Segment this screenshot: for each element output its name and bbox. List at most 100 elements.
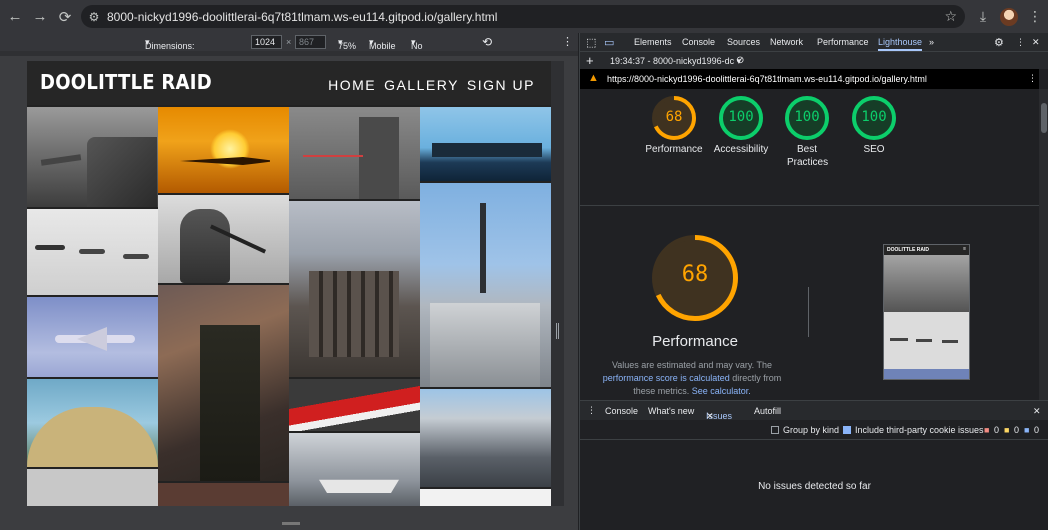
warning-count: 0 (1014, 425, 1020, 435)
third-party-box[interactable] (843, 426, 851, 434)
nav-sign-up[interactable]: SIGN UP (467, 77, 535, 93)
reload-icon[interactable]: ⟳ (53, 5, 77, 29)
score-gauge-performance[interactable]: 68 Performance (639, 96, 709, 156)
tab-elements[interactable]: Elements (634, 37, 672, 47)
tab-performance[interactable]: Performance (817, 37, 869, 47)
gallery-image-sea-ship[interactable] (420, 107, 551, 181)
gallery-image-ruined-street[interactable] (289, 107, 420, 199)
error-count-icon: ■ (984, 425, 990, 435)
third-party-checkbox[interactable]: Include third-party cookie issues (843, 425, 984, 435)
see-calculator-link[interactable]: See calculator. (692, 386, 751, 396)
times-sign: × (286, 37, 292, 47)
gallery-image-ship-deck[interactable] (420, 389, 551, 487)
bookmark-star-icon[interactable]: ☆ (944, 8, 957, 25)
drawer-tab-console[interactable]: Console (605, 406, 638, 416)
gallery-image-soldier-portrait[interactable] (158, 285, 289, 481)
nav-home[interactable]: HOME (328, 77, 376, 93)
devtools-panel: ⬚ ▭ Elements Console Sources Network Per… (579, 33, 1048, 530)
screenshot-thumbnail[interactable]: DOOLITTLE RAID ≡ (883, 244, 970, 380)
site-viewport[interactable]: DOOLITTLE RAID HOME GALLERY SIGN UP (27, 61, 551, 506)
viewport-resize-grip[interactable] (556, 323, 559, 339)
site-logo[interactable]: DOOLITTLE RAID (40, 70, 212, 94)
inspect-element-icon[interactable]: ⬚ (586, 36, 596, 49)
drawer-tab-whats-new[interactable]: What's new (648, 406, 694, 416)
bottom-resize-handle[interactable] (282, 522, 300, 525)
third-party-label: Include third-party cookie issues (855, 425, 984, 435)
report-select[interactable]: 19:34:37 - 8000-nickyd1996-dc ▾ (610, 56, 741, 67)
gallery-image-carrier-deck[interactable] (27, 107, 158, 207)
new-report-plus-icon[interactable]: + (586, 53, 594, 68)
issues-toolbar: Group by kind Include third-party cookie… (580, 420, 1048, 440)
report-scroll-thumb[interactable] (1041, 103, 1047, 133)
viewport-scrollbar[interactable] (551, 61, 564, 506)
close-drawer-icon[interactable]: ✕ (1033, 406, 1041, 417)
address-url[interactable]: 8000-nickyd1996-doolittlerai-6q7t81tlmam… (107, 10, 497, 24)
gallery-image-bombers-sky[interactable] (27, 209, 158, 295)
report-scrollbar[interactable] (1039, 89, 1048, 400)
tab-network[interactable]: Network (770, 37, 803, 47)
clear-reports-icon[interactable]: ⊘ (736, 55, 744, 66)
width-input[interactable]: 1024 (251, 35, 282, 49)
profile-avatar[interactable] (996, 4, 1022, 29)
devtools-drawer: ⋮ Console What's new Issues ✕ Autofill ✕… (580, 400, 1048, 530)
device-more-icon[interactable]: ⋮ (562, 35, 573, 48)
bomber-3 (123, 254, 149, 259)
gallery-image-damaged-building[interactable] (289, 201, 420, 377)
back-arrow-icon[interactable]: ← (3, 5, 27, 29)
gallery-image-bottom[interactable] (158, 483, 289, 506)
gallery-image-soldier-rifle[interactable] (158, 195, 289, 283)
gallery-image-harbor-ships[interactable] (289, 433, 420, 506)
lighthouse-url-bar: ▲ https://8000-nickyd1996-doolittlerai-6… (580, 69, 1039, 89)
description-text: Values are estimated and may vary. The (611, 360, 773, 370)
nav-gallery[interactable]: GALLERY (384, 77, 459, 93)
report-url[interactable]: https://8000-nickyd1996-doolittlerai-6q7… (607, 74, 927, 84)
gallery-image-jet-sunset[interactable] (158, 107, 289, 193)
group-by-kind-box[interactable] (771, 426, 779, 434)
score-gauge-accessibility[interactable]: 100 Accessibility (706, 96, 776, 156)
tab-lighthouse[interactable]: Lighthouse (878, 37, 923, 51)
big-gauge-score: 68 (681, 262, 709, 287)
drawer-tab-autofill[interactable]: Autofill (754, 406, 781, 416)
tab-sources[interactable]: Sources (727, 37, 760, 47)
gallery-image-white[interactable] (420, 489, 551, 506)
forward-arrow-icon[interactable]: → (28, 5, 52, 29)
group-by-kind-label: Group by kind (783, 425, 840, 435)
throttling-select[interactable]: No throttling ▾ (411, 37, 446, 61)
gauge-label: Accessibility (713, 144, 769, 155)
device-toolbar: Dimensions: Responsive ▾ 1024 × 867 75% … (0, 33, 578, 61)
tab-console[interactable]: Console (682, 37, 715, 47)
browser-menu-icon[interactable]: ⋮ (1022, 4, 1048, 29)
device-type-label: Mobile (369, 41, 396, 51)
building-shape (359, 117, 399, 199)
gallery-image-cockpit[interactable] (27, 379, 158, 467)
gauge-ring: 100 (785, 96, 829, 140)
thumb-image-2 (884, 312, 969, 369)
report-menu-icon[interactable]: ⋮ (1028, 73, 1037, 84)
gallery-image-grey[interactable] (27, 469, 158, 506)
devtools-menu-icon[interactable]: ⋮ (1016, 37, 1025, 48)
gallery-image-naval-gun[interactable] (420, 183, 551, 387)
more-tabs-icon[interactable]: » (929, 37, 934, 47)
address-bar[interactable]: ⚙ 8000-nickyd1996-doolittlerai-6q7t81tlm… (81, 5, 965, 28)
device-type-select[interactable]: Mobile ▾ (369, 37, 396, 51)
height-input[interactable]: 867 (295, 35, 326, 49)
info-count-icon: ■ (1024, 425, 1030, 435)
rotate-icon[interactable]: ⟲ (482, 35, 492, 49)
device-emulation-pane: Dimensions: Responsive ▾ 1024 × 867 75% … (0, 33, 578, 530)
download-icon[interactable]: ⤓ (970, 4, 996, 29)
score-gauge-best-practices[interactable]: 100 Best Practices (772, 96, 842, 169)
settings-gear-icon[interactable]: ⚙ (994, 36, 1004, 49)
score-calculated-link[interactable]: performance score is calculated (603, 373, 730, 383)
device-toggle-icon[interactable]: ▭ (604, 36, 614, 49)
gallery-image-red-stripe[interactable] (289, 379, 420, 431)
group-by-kind-checkbox[interactable]: Group by kind (771, 425, 839, 435)
zoom-select[interactable]: 75% ▾ (338, 37, 356, 51)
close-devtools-icon[interactable]: ✕ (1032, 37, 1040, 48)
score-gauge-seo[interactable]: 100 SEO (839, 96, 909, 156)
warning-count-icon: ■ (1004, 425, 1010, 435)
gauge-label: Best Practices (787, 144, 829, 168)
gallery-image-transport-plane[interactable] (27, 297, 158, 377)
drawer-menu-icon[interactable]: ⋮ (587, 405, 596, 416)
site-info-icon[interactable]: ⚙ (81, 10, 107, 24)
dimensions-select[interactable]: Dimensions: Responsive ▾ (145, 37, 195, 61)
